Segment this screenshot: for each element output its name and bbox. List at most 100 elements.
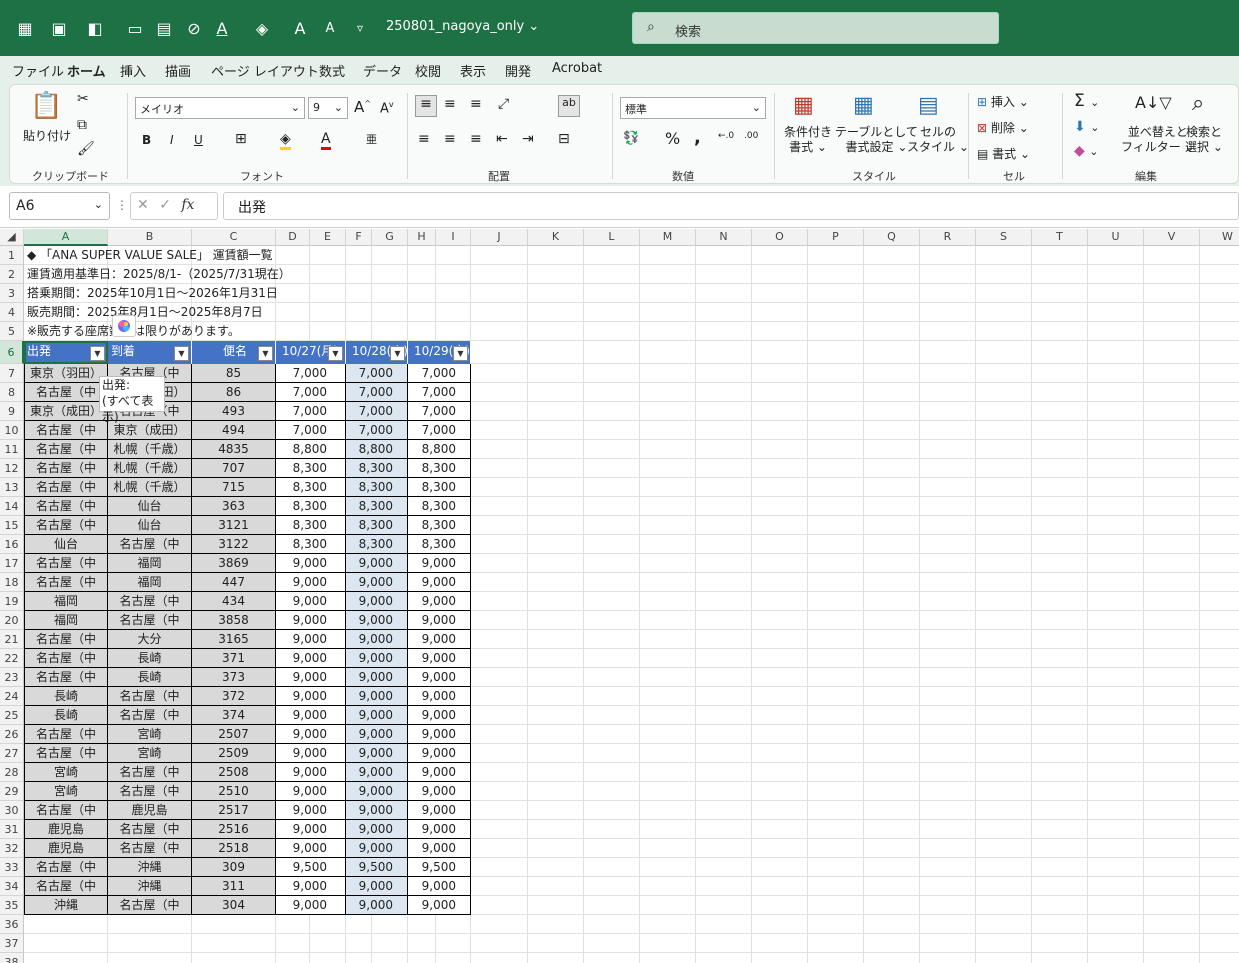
column-header-a[interactable]: A <box>24 229 108 246</box>
table-cell[interactable]: 7,000 <box>408 402 471 421</box>
column-header-p[interactable]: P <box>808 229 864 246</box>
table-cell[interactable]: 鹿児島 <box>24 820 108 839</box>
table-cell[interactable]: 9,000 <box>346 630 408 649</box>
align-bottom-icon[interactable]: ≡ <box>470 96 482 112</box>
row-header-8[interactable]: 8 <box>0 383 24 402</box>
increase-decimal-icon[interactable]: ←.0 <box>718 131 734 141</box>
table-cell[interactable]: 9,000 <box>408 630 471 649</box>
table-cell[interactable]: 名古屋（中 <box>24 801 108 820</box>
table-cell[interactable]: 9,000 <box>408 839 471 858</box>
table-cell[interactable]: 名古屋（中 <box>108 896 192 915</box>
table-cell[interactable]: 9,000 <box>346 554 408 573</box>
cancel-icon[interactable]: ✕ <box>137 197 149 213</box>
table-cell[interactable]: 9,500 <box>276 858 346 877</box>
column-header-o[interactable]: O <box>752 229 808 246</box>
table-cell[interactable]: 福岡 <box>108 554 192 573</box>
table-cell[interactable]: 447 <box>192 573 276 592</box>
table-cell[interactable]: 3165 <box>192 630 276 649</box>
column-header-b[interactable]: B <box>108 229 192 246</box>
table-cell[interactable]: 名古屋（中 <box>24 649 108 668</box>
filter-dropdown-icon[interactable]: ▼ <box>453 346 468 361</box>
table-cell[interactable]: 8,300 <box>346 497 408 516</box>
table-cell[interactable]: 宮崎 <box>108 744 192 763</box>
table-cell[interactable]: 名古屋（中 <box>108 782 192 801</box>
table-cell[interactable]: 8,300 <box>346 478 408 497</box>
table-cell[interactable]: 沖縄 <box>108 858 192 877</box>
row-header-19[interactable]: 19 <box>0 592 24 611</box>
table-cell[interactable]: 374 <box>192 706 276 725</box>
table-cell[interactable]: 9,000 <box>276 668 346 687</box>
more-icon[interactable]: ⋮ <box>116 198 128 212</box>
table-cell[interactable]: 7,000 <box>346 402 408 421</box>
table-cell[interactable]: 3869 <box>192 554 276 573</box>
table-cell[interactable]: 9,000 <box>276 687 346 706</box>
table-cell[interactable]: 8,300 <box>276 535 346 554</box>
orientation-icon[interactable]: ⤢ <box>498 96 509 112</box>
table-cell[interactable]: 9,000 <box>346 801 408 820</box>
table-cell[interactable]: 4835 <box>192 440 276 459</box>
table-cell[interactable]: 東京（成田） <box>24 402 108 421</box>
font-color-icon[interactable]: A <box>321 131 331 150</box>
table-cell[interactable]: 名古屋（中 <box>108 706 192 725</box>
table-cell[interactable]: 8,300 <box>276 478 346 497</box>
table-cell[interactable]: 9,000 <box>276 649 346 668</box>
table-cell[interactable]: 鹿児島 <box>108 801 192 820</box>
copy-icon[interactable]: ⧉ <box>77 117 87 133</box>
table-cell[interactable]: 2517 <box>192 801 276 820</box>
find-select-icon[interactable]: ⌕ <box>1192 91 1204 116</box>
table-cell[interactable]: 2507 <box>192 725 276 744</box>
table-cell[interactable]: 9,000 <box>276 706 346 725</box>
table-cell[interactable]: 9,000 <box>276 820 346 839</box>
table-cell[interactable]: 9,000 <box>408 763 471 782</box>
row-header-6[interactable]: 6 <box>0 341 24 364</box>
table-cell[interactable]: 大分 <box>108 630 192 649</box>
table-cell[interactable]: 7,000 <box>346 383 408 402</box>
row-header-1[interactable]: 1 <box>0 246 24 265</box>
table-cell[interactable]: 8,300 <box>408 497 471 516</box>
row-header-37[interactable]: 37 <box>0 934 24 953</box>
row-header-20[interactable]: 20 <box>0 611 24 630</box>
formula-input[interactable]: 出発 <box>223 192 1239 220</box>
table-cell[interactable]: 名古屋（中 <box>24 858 108 877</box>
table-cell[interactable]: 沖縄 <box>24 896 108 915</box>
table-cell[interactable]: 沖縄 <box>108 877 192 896</box>
table-cell[interactable]: 仙台 <box>108 497 192 516</box>
row-header-30[interactable]: 30 <box>0 801 24 820</box>
table-cell[interactable]: 名古屋（中 <box>24 573 108 592</box>
sheet-header-line[interactable]: ◆ 「ANA SUPER VALUE SALE」 運賃額一覧 <box>27 246 273 265</box>
table-cell[interactable]: 7,000 <box>408 421 471 440</box>
table-cell[interactable]: 7,000 <box>346 364 408 383</box>
filter-dropdown-icon[interactable]: ▼ <box>390 346 405 361</box>
table-cell[interactable]: 8,300 <box>408 516 471 535</box>
select-all-corner[interactable]: ◢ <box>0 229 24 246</box>
table-cell[interactable]: 707 <box>192 459 276 478</box>
table-cell[interactable]: 8,300 <box>276 516 346 535</box>
row-header-28[interactable]: 28 <box>0 763 24 782</box>
row-header-3[interactable]: 3 <box>0 284 24 303</box>
increase-indent-icon[interactable]: ⇥ <box>522 131 534 147</box>
tab-developer[interactable]: 開発 <box>505 61 531 80</box>
clear-icon[interactable]: ◆ ⌄ <box>1074 143 1098 159</box>
fill-color-icon[interactable]: ◈ <box>280 131 291 150</box>
worksheet-grid[interactable]: ABCDEFGHIJKLMNOPQRSTUVW 1 2 3 4 5 6 7 8 9 10 11 12 1… <box>0 229 1239 963</box>
tab-review[interactable]: 校閲 <box>415 61 441 80</box>
align-right-icon[interactable]: ≡ <box>470 131 482 147</box>
table-cell[interactable]: 9,000 <box>346 725 408 744</box>
tab-data[interactable]: データ <box>363 61 402 80</box>
table-cell[interactable]: 86 <box>192 383 276 402</box>
comma-button[interactable]: , <box>694 127 701 148</box>
bold-button[interactable]: B <box>142 133 151 147</box>
table-cell[interactable]: 8,300 <box>408 535 471 554</box>
percent-button[interactable]: % <box>665 129 680 148</box>
excel-logo-icon[interactable]: ▦ <box>13 16 37 40</box>
table-cell[interactable]: 9,000 <box>346 763 408 782</box>
table-cell[interactable]: 名古屋（中 <box>24 877 108 896</box>
table-cell[interactable]: 9,000 <box>346 782 408 801</box>
file-name[interactable]: 250801_nagoya_only ⌄ <box>386 19 539 34</box>
insert-cells-button[interactable]: ⊞ 挿入 ⌄ <box>977 93 1029 110</box>
enter-icon[interactable]: ✓ <box>159 197 171 213</box>
autosave-icon[interactable]: ▣ <box>47 16 71 40</box>
column-header-i[interactable]: I <box>436 229 471 246</box>
table-cell[interactable]: 名古屋（中 <box>108 820 192 839</box>
format-painter-icon[interactable]: 🖌 <box>77 141 95 157</box>
